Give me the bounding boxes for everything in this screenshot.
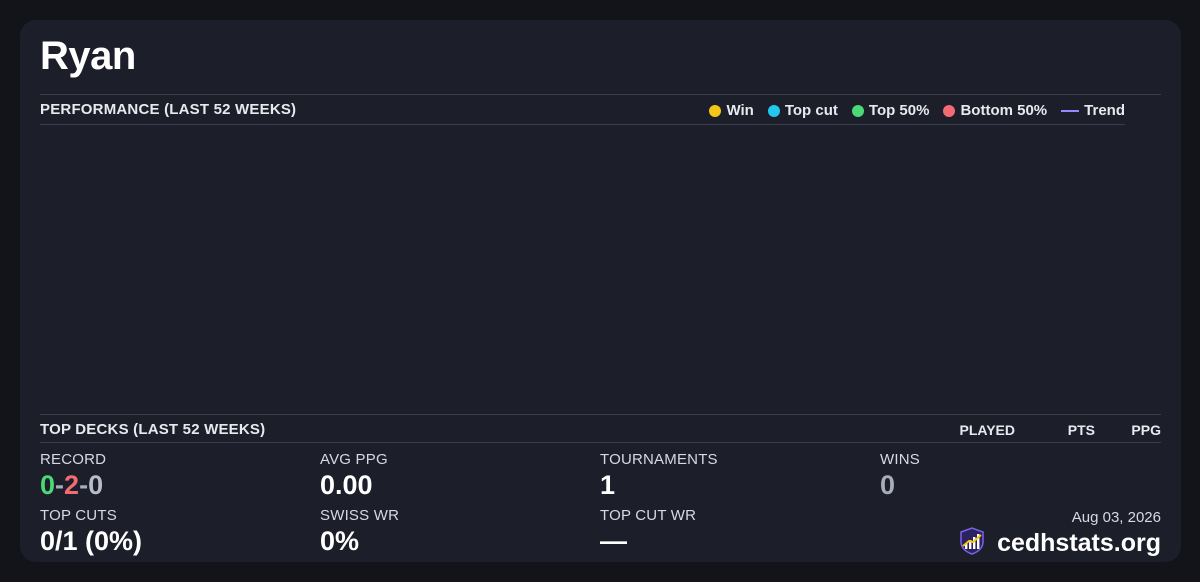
stat-top-cut-wr: TOP CUT WR —	[600, 507, 696, 557]
avg-ppg-label: AVG PPG	[320, 451, 388, 468]
trend-line-icon	[1061, 109, 1080, 112]
wins-label: WINS	[880, 451, 920, 468]
legend-label: Top 50%	[868, 102, 930, 119]
legend-label: Bottom 50%	[960, 102, 1048, 119]
top-cuts-value: 0/1 (0%)	[40, 526, 143, 556]
top-decks-title: TOP DECKS (LAST 52 WEEKS)	[40, 421, 266, 438]
performance-legend: Win Top cut Top 50% Bottom 50% Trend	[709, 102, 1125, 119]
top-cut-wr-value: —	[600, 526, 627, 556]
top-cut-wr-label: TOP CUT WR	[600, 507, 697, 524]
stat-tournaments: TOURNAMENTS 1	[600, 451, 718, 501]
column-ppg: PPG	[1131, 422, 1161, 438]
tournaments-value: 1	[600, 470, 616, 500]
legend-label: Win	[726, 102, 754, 119]
top-cut-dot-icon	[767, 104, 780, 117]
brand-name: cedhstats.org	[997, 529, 1161, 557]
top-50-dot-icon	[851, 104, 864, 117]
top-decks-divider	[40, 414, 1161, 415]
player-card: Ryan PERFORMANCE (LAST 52 WEEKS) Win Top …	[20, 20, 1181, 562]
legend-item-bottom-50[interactable]: Bottom 50%	[943, 102, 1047, 119]
top-cuts-label: TOP CUTS	[40, 507, 117, 524]
stat-top-cuts: TOP CUTS 0/1 (0%)	[40, 507, 142, 557]
record-sep-1: -	[55, 470, 65, 500]
column-played: PLAYED	[959, 422, 1015, 438]
record-draws: 0	[88, 470, 104, 500]
legend-item-top-50[interactable]: Top 50%	[851, 102, 930, 119]
legend-label: Trend	[1084, 102, 1125, 119]
stat-record: RECORD 0-2-0	[40, 451, 106, 501]
stat-swiss-wr: SWISS WR 0%	[320, 507, 399, 557]
performance-chart	[40, 126, 1125, 414]
legend-item-trend[interactable]: Trend	[1061, 102, 1125, 119]
avg-ppg-value: 0.00	[320, 470, 373, 500]
cedhstats-logo-icon	[957, 526, 987, 561]
performance-divider	[40, 124, 1125, 125]
record-wins: 0	[40, 470, 56, 500]
brand[interactable]: cedhstats.org	[957, 526, 1161, 561]
win-dot-icon	[709, 104, 722, 117]
stats-divider	[40, 442, 1161, 443]
record-label: RECORD	[40, 451, 107, 468]
legend-item-top-cut[interactable]: Top cut	[767, 102, 838, 119]
legend-label: Top cut	[784, 102, 838, 119]
legend-item-win[interactable]: Win	[709, 102, 754, 119]
performance-title: PERFORMANCE (LAST 52 WEEKS)	[40, 101, 297, 118]
header-divider	[40, 94, 1161, 95]
record-value: 0-2-0	[40, 470, 106, 501]
swiss-wr-label: SWISS WR	[320, 507, 400, 524]
bottom-50-dot-icon	[943, 104, 956, 117]
record-losses: 2	[64, 470, 80, 500]
player-name: Ryan	[40, 34, 136, 78]
record-sep-2: -	[79, 470, 89, 500]
wins-value: 0	[880, 470, 896, 500]
swiss-wr-value: 0%	[320, 526, 360, 556]
tournaments-label: TOURNAMENTS	[600, 451, 718, 468]
stat-avg-ppg: AVG PPG 0.00	[320, 451, 388, 501]
report-date: Aug 03, 2026	[1071, 509, 1161, 526]
top-decks-column-headers: PLAYED PTS PPG	[955, 422, 1161, 438]
column-pts: PTS	[1067, 422, 1095, 438]
stat-wins: WINS 0	[880, 451, 920, 501]
